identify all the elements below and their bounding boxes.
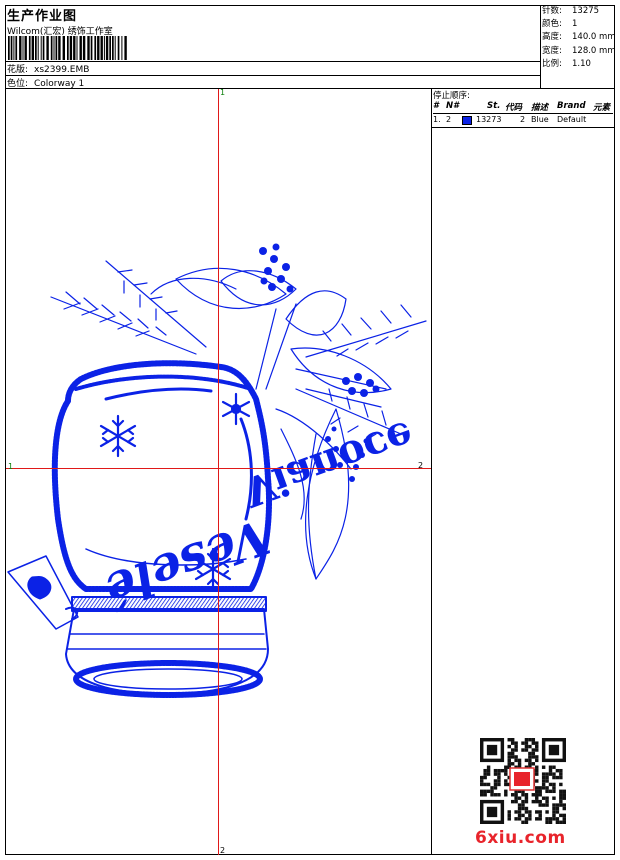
stat-value: 128.0 mm [572, 45, 616, 56]
cell-needle: 2 [446, 115, 452, 124]
panel-divider [431, 88, 432, 855]
stat-value: 13275 [572, 6, 600, 16]
crosshair-label-left: 1 [8, 462, 14, 471]
sequence-title: 停止顺序: [433, 91, 470, 101]
col-header: 描述 [531, 103, 549, 113]
col-header: Brand [557, 101, 586, 111]
page-title: 生产作业图 [7, 9, 78, 24]
stat-label: 颜色: [542, 19, 562, 30]
colorway-value: Colorway 1 [34, 79, 85, 89]
crosshair-horizontal [6, 468, 431, 469]
col-header: 元素 [593, 103, 611, 113]
stat-label: 针数: [542, 6, 562, 16]
cell-brand: Default [557, 115, 587, 124]
col-header: N# [446, 101, 460, 111]
col-header: # [433, 101, 439, 111]
stat-label: 宽度: [542, 45, 562, 56]
stat-colors: 颜色: 1 [542, 18, 616, 31]
snowflake [221, 392, 251, 426]
barcode [8, 36, 127, 60]
stat-width: 宽度: 128.0 mm [542, 45, 616, 58]
stat-height: 高度: 140.0 mm [542, 31, 616, 44]
stat-value: 1.10 [572, 58, 591, 69]
stat-label: 比例: [542, 58, 562, 69]
col-header: St. [487, 101, 501, 111]
colorway-label: 色位: [7, 79, 29, 89]
stats-divider [540, 5, 541, 88]
design-divider [5, 75, 540, 76]
sequence-header-rule [433, 113, 613, 114]
crosshair-vertical [218, 89, 219, 855]
stat-stitches: 针数: 13275 [542, 5, 616, 18]
colorway-row: 色位: Colorway 1 [7, 76, 84, 89]
qr-code [480, 738, 566, 824]
col-header: 代码 [505, 103, 523, 113]
crosshair-label-right: 2 [418, 461, 424, 470]
color-swatch [462, 116, 472, 125]
crosshair-label-bottom: 2 [220, 846, 226, 855]
cell-code: 2 [520, 115, 526, 124]
stat-scale: 比例: 1.10 [542, 58, 616, 71]
cell-description: Blue [531, 115, 549, 124]
snowflake [99, 414, 137, 458]
crosshair-label-top: 1 [220, 88, 226, 97]
design-value: xs2399.EMB [34, 65, 90, 75]
stat-label: 高度: [542, 32, 562, 43]
design-label: 花版: [7, 65, 29, 75]
stat-value: 140.0 mm [572, 32, 616, 43]
stats-panel: 针数: 13275 颜色: 1 高度: 140.0 mm 宽度: 128.0 mm 比例… [542, 5, 616, 71]
design-file-row: 花版: xs2399.EMB [7, 62, 89, 75]
cell-stitches: 13273 [476, 115, 502, 124]
cell-num: 1. [433, 115, 441, 124]
stat-value: 1 [572, 19, 578, 30]
watermark-logo: 6xiu.com [475, 828, 566, 848]
sequence-divider [431, 127, 615, 128]
